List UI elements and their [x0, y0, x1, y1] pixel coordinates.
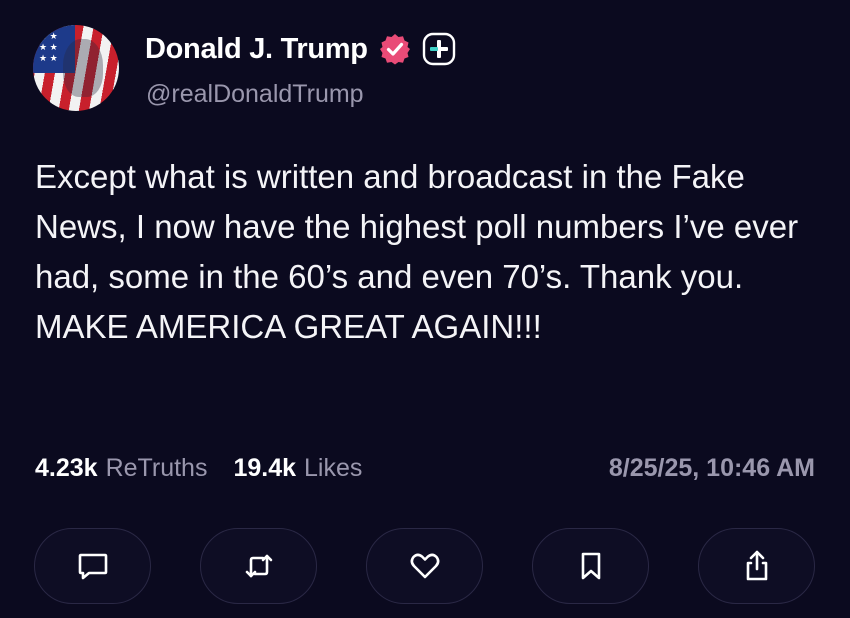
- retruth-icon: [245, 554, 272, 578]
- heart-icon: [410, 553, 439, 579]
- bookmark-button[interactable]: [532, 528, 649, 604]
- author-handle[interactable]: @realDonaldTrump: [146, 80, 364, 109]
- likes-count[interactable]: 19.4k: [233, 454, 296, 483]
- author-name-row: Donald J. Trump: [145, 32, 456, 66]
- avatar-face: [63, 39, 103, 97]
- retruths-label[interactable]: ReTruths: [106, 454, 208, 483]
- retruth-button[interactable]: [200, 528, 317, 604]
- share-icon: [746, 550, 767, 581]
- post-text: Except what is written and broadcast in …: [35, 158, 799, 345]
- post-stats: 4.23k ReTruths 19.4k Likes 8/25/25, 10:4…: [35, 454, 815, 483]
- author-display-name[interactable]: Donald J. Trump: [145, 33, 368, 66]
- comment-icon: [78, 553, 107, 580]
- plus-badge-icon: [422, 32, 456, 66]
- post-timestamp: 8/25/25, 10:46 AM: [608, 454, 815, 482]
- share-button[interactable]: [698, 528, 815, 604]
- avatar[interactable]: [33, 25, 119, 111]
- action-bar: [34, 528, 815, 604]
- comment-button[interactable]: [34, 528, 151, 604]
- verified-badge-icon: [378, 32, 412, 66]
- retruths-count[interactable]: 4.23k: [35, 454, 98, 483]
- bookmark-icon: [581, 552, 600, 580]
- like-button[interactable]: [366, 528, 483, 604]
- likes-label[interactable]: Likes: [304, 454, 362, 483]
